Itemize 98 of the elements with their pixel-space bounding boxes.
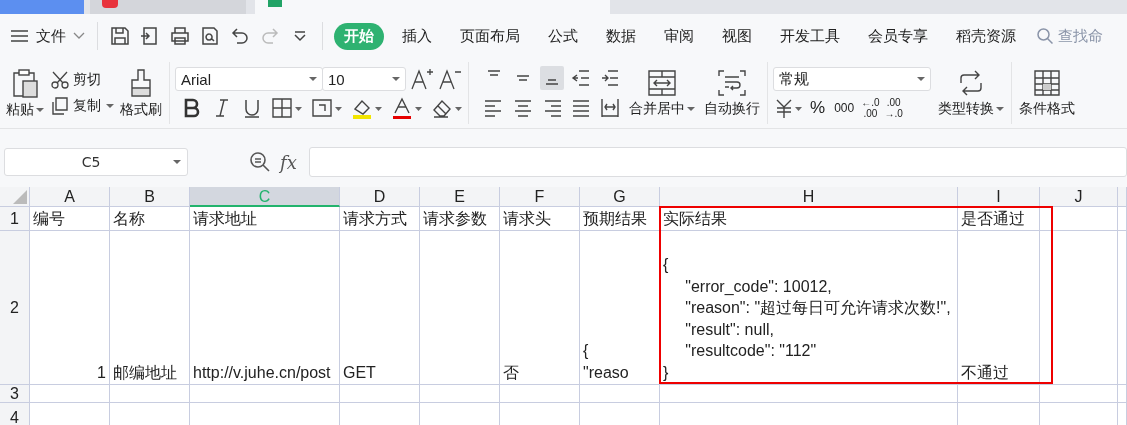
column-header[interactable]: H	[660, 187, 958, 207]
border-icon[interactable]	[271, 97, 303, 119]
align-bottom-icon[interactable]	[540, 66, 564, 90]
file-menu[interactable]: 文件	[10, 26, 86, 46]
document-tab[interactable]	[90, 0, 246, 14]
table-cell: { "reaso	[580, 231, 660, 385]
table-cell: 预期结果	[580, 207, 660, 231]
table-cell: 请求头	[500, 207, 580, 231]
app-logo-icon	[102, 0, 118, 8]
font-color-icon[interactable]	[391, 97, 423, 119]
ribbon-tab[interactable]: 页面布局	[450, 22, 530, 50]
table-cell: 是否通过	[958, 207, 1040, 231]
table-cell: 名称	[110, 207, 190, 231]
column-header[interactable]: I	[958, 187, 1040, 207]
sheet-logo-icon	[268, 0, 282, 7]
number-format-dropdown[interactable]: 常规	[773, 67, 931, 91]
table-cell: http://v.juhe.cn/post	[190, 231, 340, 385]
eraser-icon[interactable]	[431, 97, 463, 119]
wrap-text-icon	[717, 68, 747, 97]
grow-font-icon[interactable]	[410, 67, 434, 91]
row-header[interactable]: 4	[0, 403, 30, 425]
caret-icon	[687, 105, 695, 112]
ribbon-tab[interactable]: 稻壳资源	[946, 22, 1026, 50]
cut-button[interactable]: 剪切	[50, 70, 101, 90]
distribute-icon[interactable]	[598, 96, 622, 120]
caret-icon	[106, 103, 114, 109]
ribbon-tab[interactable]: 视图	[712, 22, 762, 50]
function-label[interactable]: fx	[280, 151, 297, 173]
ribbon-tab[interactable]: 插入	[392, 22, 442, 50]
print-icon[interactable]	[169, 25, 191, 47]
column-header[interactable]: B	[110, 187, 190, 207]
ribbon-tab[interactable]: 会员专享	[858, 22, 938, 50]
copy-icon	[50, 96, 70, 116]
fill-color-icon[interactable]	[351, 97, 383, 119]
font-name-dropdown[interactable]: Arial	[175, 67, 323, 91]
thousands-separator-button[interactable]: 000	[832, 101, 857, 115]
type-convert-button[interactable]: 类型转换	[936, 66, 1006, 120]
table-cell: 请求地址	[190, 207, 340, 231]
row-header[interactable]: 1	[0, 207, 30, 231]
column-header[interactable]: J	[1040, 187, 1118, 207]
formula-input[interactable]	[308, 147, 1127, 177]
column-header[interactable]: F	[500, 187, 580, 207]
brush-icon	[128, 67, 154, 98]
table-cell: 编号	[30, 207, 110, 231]
search-field[interactable]: 查找命	[1036, 27, 1118, 45]
table-cell: 1	[30, 231, 110, 385]
undo-icon[interactable]	[229, 25, 251, 47]
column-header[interactable]: E	[420, 187, 500, 207]
wrap-text-button[interactable]: 自动换行	[702, 66, 762, 120]
column-header[interactable]: A	[30, 187, 110, 207]
table-grid-icon	[1033, 68, 1061, 97]
save-icon[interactable]	[109, 25, 131, 47]
scissors-icon	[50, 70, 70, 90]
cell-format-icon[interactable]	[311, 97, 343, 119]
row-header[interactable]: 3	[0, 385, 30, 403]
table-cell: 否	[500, 231, 580, 385]
font-size-dropdown[interactable]: 10	[322, 67, 406, 91]
table-cell: 邮编地址	[110, 231, 190, 385]
search-icon	[1036, 27, 1054, 45]
table-cell	[1118, 385, 1127, 403]
chevron-down-icon	[72, 31, 86, 41]
table-cell: 实际结果	[660, 207, 958, 231]
conditional-format-button[interactable]: 条件格式	[1017, 66, 1077, 120]
table-cell: GET	[340, 231, 420, 385]
percent-style-button[interactable]: %	[808, 98, 828, 118]
caret-icon	[309, 76, 317, 82]
table-cell: { "error_code": 10012, "reason": "超过每日可允许请求次数!", "result": null, "resultcode": "112" }	[660, 231, 958, 385]
column-header[interactable]: G	[580, 187, 660, 207]
convert-arrows-icon	[957, 68, 985, 97]
caret-icon	[996, 105, 1004, 112]
table-cell: 不通过	[958, 231, 1040, 385]
table-cell	[1118, 207, 1127, 231]
caret-icon	[36, 106, 44, 113]
caret-icon	[917, 76, 925, 82]
format-painter-button[interactable]: 格式刷	[118, 65, 164, 121]
caret-icon	[392, 76, 400, 82]
row-header[interactable]: 2	[0, 231, 30, 385]
menu-icon	[10, 29, 30, 43]
ribbon-tab[interactable]: 公式	[538, 22, 588, 50]
column-header[interactable]: D	[340, 187, 420, 207]
paste-button[interactable]: 粘贴	[4, 65, 46, 121]
print-preview-icon[interactable]	[199, 25, 221, 47]
increase-decimal-button[interactable]: ←.0 .00	[861, 97, 880, 119]
shrink-font-icon[interactable]	[438, 67, 462, 91]
decrease-decimal-button[interactable]: .00 →.0	[884, 97, 903, 119]
triangle-icon	[13, 190, 27, 204]
ribbon-tab[interactable]: 开发工具	[770, 22, 850, 50]
clipboard-icon	[11, 67, 39, 98]
copy-button[interactable]: 复制	[50, 96, 114, 116]
ribbon-tab[interactable]: 审阅	[654, 22, 704, 50]
merge-center-button[interactable]: 合并居中	[627, 66, 697, 120]
table-cell: 请求参数	[420, 207, 500, 231]
merge-cells-icon	[647, 68, 677, 97]
table-cell: 请求方式	[340, 207, 420, 231]
zoom-out-icon[interactable]	[248, 150, 272, 174]
caret-icon	[173, 159, 181, 165]
ribbon-tab[interactable]: 数据	[596, 22, 646, 50]
name-box[interactable]: C5	[4, 148, 188, 176]
